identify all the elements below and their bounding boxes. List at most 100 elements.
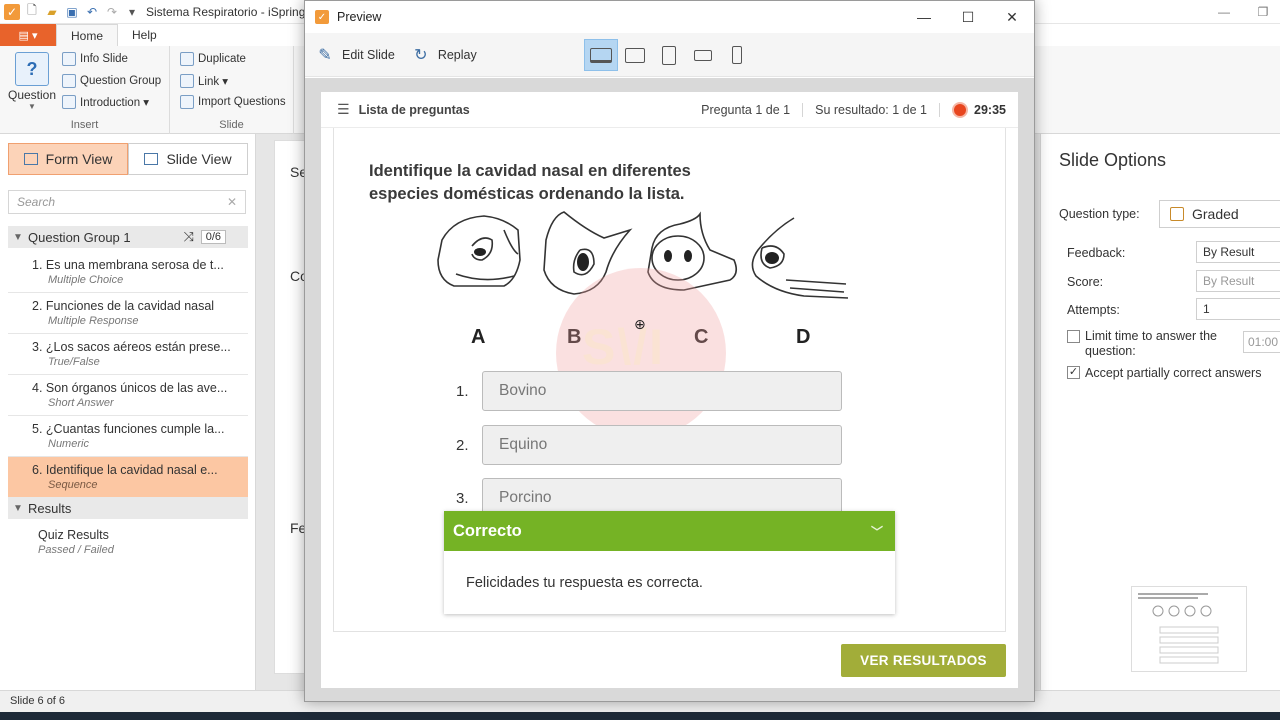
- question-num: 1.: [32, 258, 43, 272]
- slide-view-icon: [144, 153, 159, 165]
- insert-group-label: Insert: [70, 119, 99, 131]
- duplicate-icon: [180, 52, 194, 66]
- question-text: Identifique la cavidad nasal en diferent…: [369, 162, 691, 203]
- attempts-input[interactable]: 1: [1196, 298, 1280, 320]
- tablet-portrait-button[interactable]: [652, 39, 686, 71]
- feedback-value: By Result: [1203, 245, 1255, 259]
- restore-icon[interactable]: ❐: [1246, 0, 1280, 24]
- replay-button[interactable]: ↻ Replay: [411, 46, 477, 64]
- feedback-title: Correcto: [453, 521, 522, 540]
- quiz-results-title: Quiz Results: [38, 528, 109, 542]
- tab-home[interactable]: Home: [56, 24, 119, 46]
- list-item-question-4[interactable]: 4. Son órganos únicos de las ave... Shor…: [8, 375, 248, 416]
- partial-answers-checkbox[interactable]: ✓: [1067, 366, 1080, 379]
- sequence-row-1[interactable]: 1. Bovino: [456, 371, 842, 411]
- results-header[interactable]: ▼ Results: [8, 497, 248, 519]
- preview-toolbar: ✎ Edit Slide ↻ Replay: [305, 33, 1034, 77]
- clear-search-icon[interactable]: ✕: [227, 195, 237, 209]
- slide-counter: Slide 6 of 6: [10, 695, 66, 707]
- tab-help[interactable]: Help: [118, 24, 171, 46]
- customize-toolbar-icon[interactable]: ▾: [124, 4, 140, 20]
- undo-icon[interactable]: ↶: [84, 4, 100, 20]
- save-icon[interactable]: ▣: [64, 4, 80, 20]
- minimize-icon[interactable]: —: [1202, 0, 1246, 24]
- attempts-value: 1: [1203, 302, 1210, 316]
- info-slide-button[interactable]: Info Slide: [62, 52, 128, 66]
- sequence-number: 1.: [456, 382, 469, 400]
- sequence-item[interactable]: Bovino: [482, 371, 842, 411]
- slide-view-button[interactable]: Slide View: [128, 143, 248, 175]
- question-title: Identifique la cavidad nasal e...: [45, 463, 218, 477]
- view-toggle: Form View Slide View: [8, 143, 248, 175]
- feedback-header[interactable]: Correcto ﹀: [444, 511, 895, 551]
- preview-window: ✓ Preview — ☐ ✕ ✎ Edit Slide ↻ Replay ☰: [304, 0, 1035, 702]
- maximize-icon[interactable]: ☐: [946, 1, 990, 33]
- app-title: Sistema Respiratorio - iSpring: [146, 4, 306, 19]
- list-item-question-6[interactable]: 6. Identifique la cavidad nasal e... Seq…: [8, 457, 248, 498]
- close-icon[interactable]: ✕: [990, 1, 1034, 33]
- import-icon: [180, 95, 194, 109]
- duplicate-button[interactable]: Duplicate: [180, 52, 246, 66]
- question-type-select[interactable]: Graded: [1159, 200, 1280, 228]
- tablet-landscape-icon: [625, 47, 645, 63]
- edit-slide-button[interactable]: ✎ Edit Slide: [315, 46, 395, 64]
- feedback-select[interactable]: By Result: [1196, 241, 1280, 263]
- tablet-landscape-button[interactable]: [618, 39, 652, 71]
- results-title: Results: [28, 500, 72, 516]
- question-title: Son órganos únicos de las ave...: [45, 381, 228, 395]
- introduction-button[interactable]: Introduction ▾: [62, 95, 149, 109]
- form-view-button[interactable]: Form View: [8, 143, 128, 175]
- question-button-label: Question: [8, 88, 57, 102]
- list-item-question-2[interactable]: 2. Funciones de la cavidad nasal Multipl…: [8, 293, 248, 334]
- list-item-quiz-results[interactable]: Quiz Results Passed / Failed: [38, 528, 114, 556]
- list-item-question-1[interactable]: 1. Es una membrana serosa de t... Multip…: [8, 252, 248, 293]
- score-value: By Result: [1203, 274, 1255, 288]
- chevron-down-icon[interactable]: ▼: [8, 232, 28, 243]
- quiz-results-subtitle: Passed / Failed: [38, 544, 114, 556]
- open-folder-icon[interactable]: ▰: [44, 4, 60, 20]
- list-item-question-5[interactable]: 5. ¿Cuantas funciones cumple la... Numer…: [8, 416, 248, 457]
- view-results-button[interactable]: VER RESULTADOS: [841, 644, 1006, 677]
- search-input[interactable]: Search ✕: [8, 190, 246, 214]
- question-group-button[interactable]: Question Group: [62, 74, 161, 88]
- chevron-down-icon[interactable]: ﹀: [871, 523, 883, 540]
- replay-icon: ↻: [414, 46, 428, 64]
- feedback-label: Feedback:: [1067, 246, 1126, 260]
- list-item-question-3[interactable]: 3. ¿Los sacos aéreos están prese... True…: [8, 334, 248, 375]
- question-icon: ?: [15, 52, 50, 86]
- link-button[interactable]: Link ▾: [180, 74, 228, 88]
- sequence-item[interactable]: Equino: [482, 425, 842, 465]
- limit-time-label: Limit time to answer the question:: [1085, 329, 1217, 358]
- question-type-label: Question type:: [1059, 207, 1140, 221]
- result-counter: Su resultado: 1 de 1: [815, 102, 928, 117]
- redo-icon[interactable]: ↷: [104, 4, 120, 20]
- sequence-row-2[interactable]: 2. Equino: [456, 425, 842, 465]
- desktop-view-button[interactable]: [584, 39, 618, 71]
- question-title: ¿Cuantas funciones cumple la...: [45, 422, 225, 436]
- import-questions-button[interactable]: Import Questions: [180, 95, 286, 109]
- zoom-cursor-icon: ⊕: [634, 316, 646, 332]
- question-title: Funciones de la cavidad nasal: [45, 299, 215, 313]
- phone-landscape-button[interactable]: [686, 39, 720, 71]
- import-questions-label: Import Questions: [198, 96, 286, 108]
- question-group-icon: [62, 74, 76, 88]
- question-group-header[interactable]: ▼ Question Group 1 ⤨ 0/6: [8, 226, 248, 248]
- limit-time-checkbox[interactable]: [1067, 330, 1080, 343]
- question-button[interactable]: ? Question ▼: [8, 52, 56, 111]
- limit-time-input[interactable]: 01:00: [1243, 331, 1280, 353]
- score-select[interactable]: By Result: [1196, 270, 1280, 292]
- question-title: ¿Los sacos aéreos están prese...: [45, 340, 231, 354]
- tablet-portrait-icon: [662, 45, 676, 65]
- minimize-icon[interactable]: —: [902, 1, 946, 33]
- chevron-down-icon[interactable]: ▼: [8, 503, 28, 514]
- question-group-label: Question Group: [80, 75, 162, 87]
- timer-icon: [952, 101, 969, 118]
- new-file-icon[interactable]: 🗋: [24, 3, 40, 20]
- shuffle-icon[interactable]: ⤨: [184, 229, 194, 245]
- file-menu-button[interactable]: ▤ ▾: [0, 24, 56, 46]
- phone-portrait-button[interactable]: [720, 39, 754, 71]
- introduction-label: Introduction ▾: [80, 97, 150, 109]
- watermark-mark: S\/I: [582, 319, 666, 375]
- question-list-button[interactable]: ☰ Lista de preguntas: [337, 101, 470, 118]
- slide-thumbnail[interactable]: [1131, 586, 1247, 672]
